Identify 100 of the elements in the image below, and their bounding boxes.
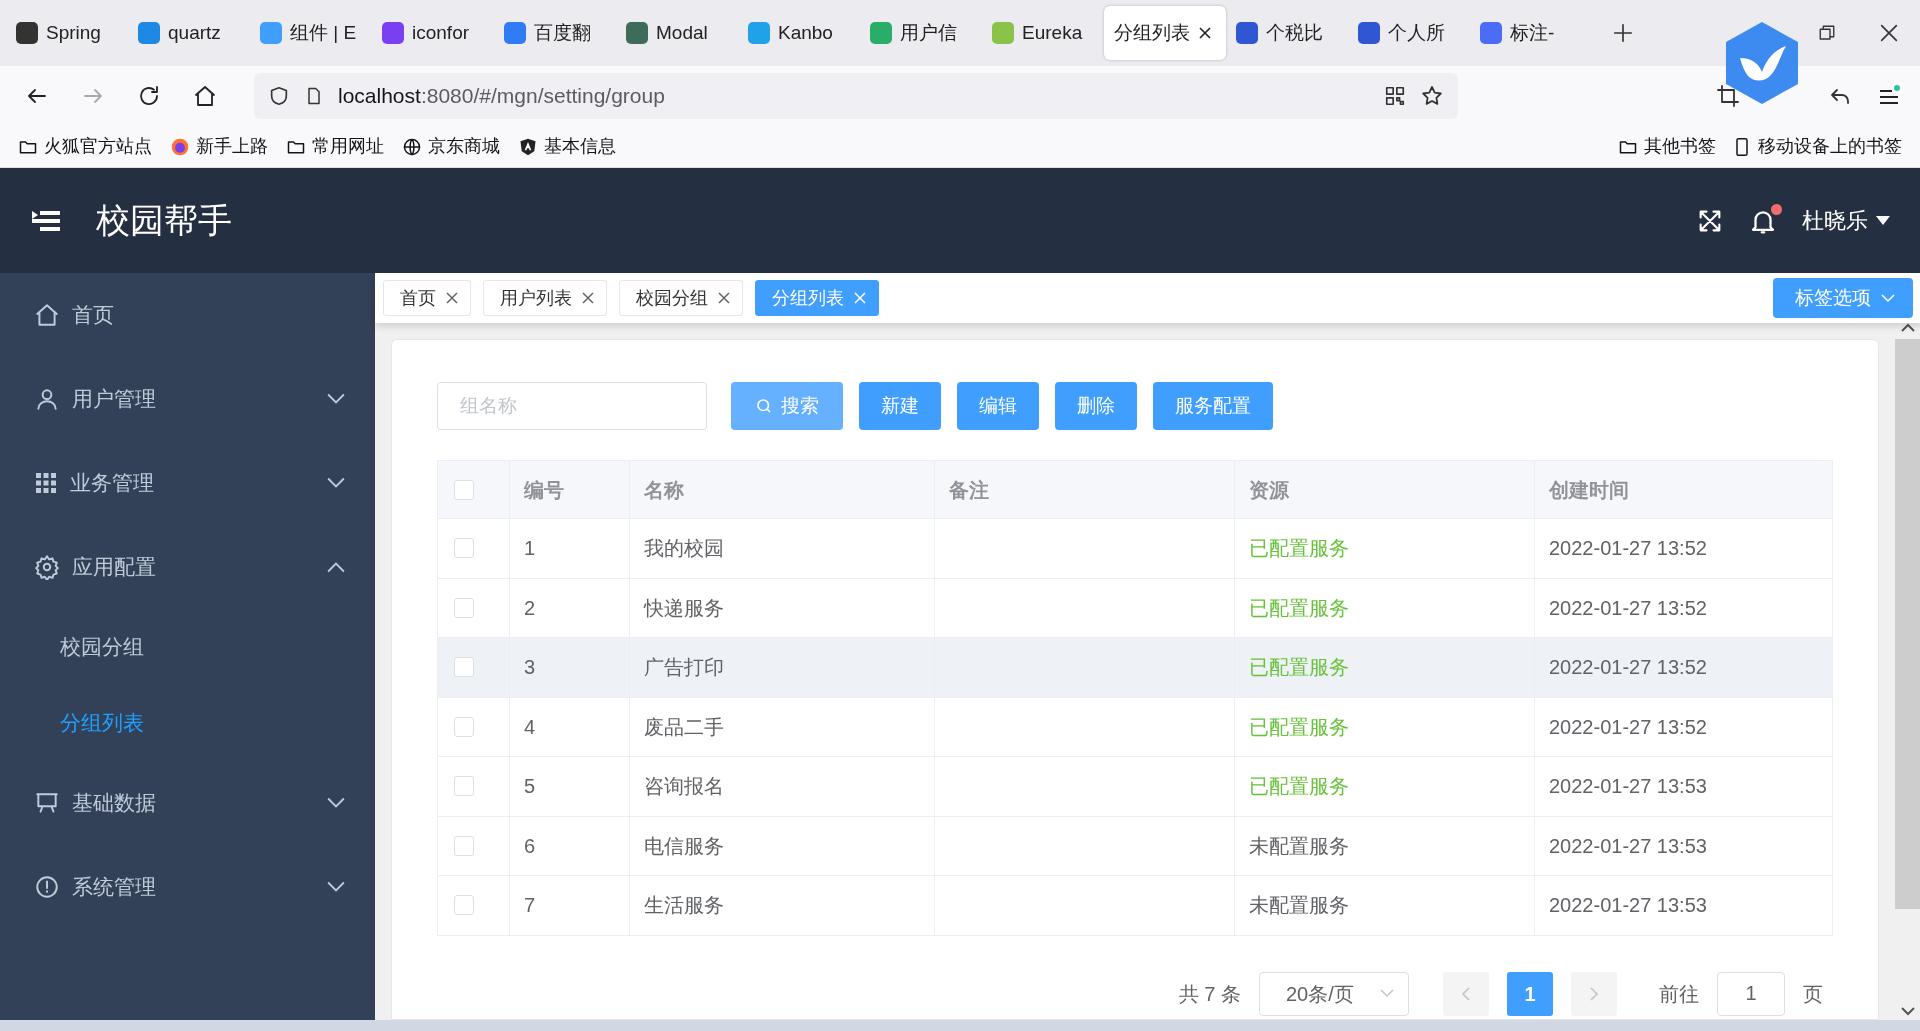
checkbox[interactable] (454, 776, 474, 797)
bookmark-link[interactable]: 基本信息 (544, 133, 616, 160)
user-menu[interactable]: 杜晓乐 (1802, 204, 1890, 237)
page-tag[interactable]: 首页 (383, 280, 471, 316)
search-icon (755, 397, 773, 415)
menu-icon[interactable] (32, 208, 60, 233)
chevron-up-icon (327, 561, 345, 573)
browser-tab[interactable]: Kanbo (738, 6, 860, 60)
browser-tab[interactable]: Modal (616, 6, 738, 60)
table-cell: 2022-01-27 13:53 (1534, 756, 1833, 816)
restore-icon[interactable] (1818, 24, 1836, 42)
reload-icon[interactable] (137, 84, 161, 108)
sidebar-item[interactable]: 用户管理 (0, 357, 375, 441)
plus-icon (1612, 22, 1634, 44)
page-tag[interactable]: 校园分组 (619, 280, 743, 316)
shield-icon (268, 85, 290, 107)
browser-tab[interactable]: 用户信 (860, 6, 982, 60)
qr-code-icon[interactable] (1384, 85, 1406, 107)
caret-icon (1876, 215, 1890, 226)
checkbox[interactable] (454, 895, 474, 916)
browser-tab[interactable]: iconfor (372, 6, 494, 60)
column-header: 资源 (1234, 460, 1535, 519)
site-icon (504, 22, 526, 44)
checkbox[interactable] (454, 538, 474, 559)
browser-tab[interactable]: 个税比 (1226, 6, 1348, 60)
chevron-down-icon (327, 881, 345, 893)
sidebar-item[interactable]: 首页 (0, 273, 375, 357)
column-header: 名称 (629, 460, 935, 519)
bookmark-link[interactable]: 火狐官方站点 (44, 133, 152, 160)
site-icon (992, 22, 1014, 44)
easel-icon (34, 790, 60, 816)
group-name-field[interactable]: 组名称 (437, 382, 707, 430)
table-cell: 2022-01-27 13:53 (1534, 875, 1833, 935)
chevron-down-icon[interactable] (1901, 1006, 1915, 1016)
browser-tab[interactable]: Spring (6, 6, 128, 60)
table-cell: 电信服务 (629, 816, 935, 876)
sidebar-item[interactable]: 系统管理 (0, 845, 375, 929)
sidebar-item[interactable]: 应用配置 (0, 525, 375, 609)
page-size-select[interactable]: 20条/页 (1259, 971, 1409, 1016)
user-icon (34, 386, 60, 412)
browser-tab[interactable]: 个人所 (1348, 6, 1470, 60)
bookmark-link[interactable]: 其他书签 (1644, 133, 1716, 160)
column-header: 备注 (934, 460, 1235, 519)
home-icon[interactable] (193, 84, 217, 108)
bookmark-link[interactable]: 新手上路 (196, 133, 268, 160)
browser-tab[interactable]: 组件 | E (250, 6, 372, 60)
browser-tab[interactable]: 百度翻 (494, 6, 616, 60)
browser-tab[interactable]: quartz (128, 6, 250, 60)
browser-tab[interactable]: 标注- (1470, 6, 1592, 60)
checkbox[interactable] (454, 716, 474, 737)
page-input[interactable]: 1 (1717, 971, 1785, 1016)
table-cell: 2 (509, 578, 630, 638)
browser-tab[interactable]: Eureka (982, 6, 1104, 60)
total-count: 共 7 条 (1178, 981, 1241, 1007)
chevron-down-icon (1881, 293, 1895, 303)
chevron-left-icon (1461, 985, 1471, 1002)
chevron-down-icon (1380, 989, 1394, 998)
bookmark-link[interactable]: 移动设备上的书签 (1758, 133, 1902, 160)
table-cell: 2022-01-27 13:52 (1534, 518, 1833, 578)
browser-logo-icon (170, 136, 190, 157)
goto-label: 前往 (1659, 981, 1699, 1007)
site-icon (1236, 22, 1258, 44)
site-icon (748, 22, 770, 44)
chevron-down-icon (327, 393, 345, 405)
bookmark-link[interactable]: 常用网址 (312, 133, 384, 160)
table-cell: 5 (509, 756, 630, 816)
bookmark-link[interactable]: 京东商城 (428, 133, 500, 160)
sidebar-subitem[interactable]: 分组列表 (0, 685, 375, 761)
browser-tab[interactable]: 分组列表 (1104, 6, 1226, 60)
sidebar-item[interactable]: 业务管理 (0, 441, 375, 525)
chevron-up-icon[interactable] (1901, 323, 1915, 333)
chevron-down-icon (327, 477, 345, 489)
grid-icon (34, 471, 58, 495)
checkbox[interactable] (454, 597, 474, 618)
star-icon[interactable] (1420, 84, 1444, 108)
table-cell: 已配置服务 (1234, 578, 1535, 638)
table-cell: 已配置服务 (1234, 518, 1535, 578)
sidebar-subitem[interactable]: 校园分组 (0, 609, 375, 685)
table-cell: 7 (509, 875, 630, 935)
checkbox[interactable] (454, 657, 474, 678)
checkbox[interactable] (454, 479, 474, 500)
table-cell: 1 (509, 518, 630, 578)
crop-icon[interactable] (1716, 84, 1740, 108)
table-cell: 2022-01-27 13:52 (1534, 637, 1833, 697)
page-unit: 页 (1803, 981, 1823, 1007)
close-icon[interactable] (1878, 22, 1900, 44)
table-cell: 广告打印 (629, 637, 935, 697)
close-icon[interactable] (1198, 26, 1212, 40)
checkbox[interactable] (454, 835, 474, 856)
app-title: 校园帮手 (96, 200, 232, 241)
page-tag[interactable]: 用户列表 (483, 280, 607, 316)
site-icon (382, 22, 404, 44)
chevron-right-icon (1589, 985, 1599, 1002)
table-cell: 未配置服务 (1234, 816, 1535, 876)
site-icon (870, 22, 892, 44)
sidebar-item[interactable]: 基础数据 (0, 761, 375, 845)
site-icon (138, 22, 160, 44)
site-icon (1358, 22, 1380, 44)
table-cell: 2022-01-27 13:53 (1534, 816, 1833, 876)
table-cell: 已配置服务 (1234, 756, 1535, 816)
